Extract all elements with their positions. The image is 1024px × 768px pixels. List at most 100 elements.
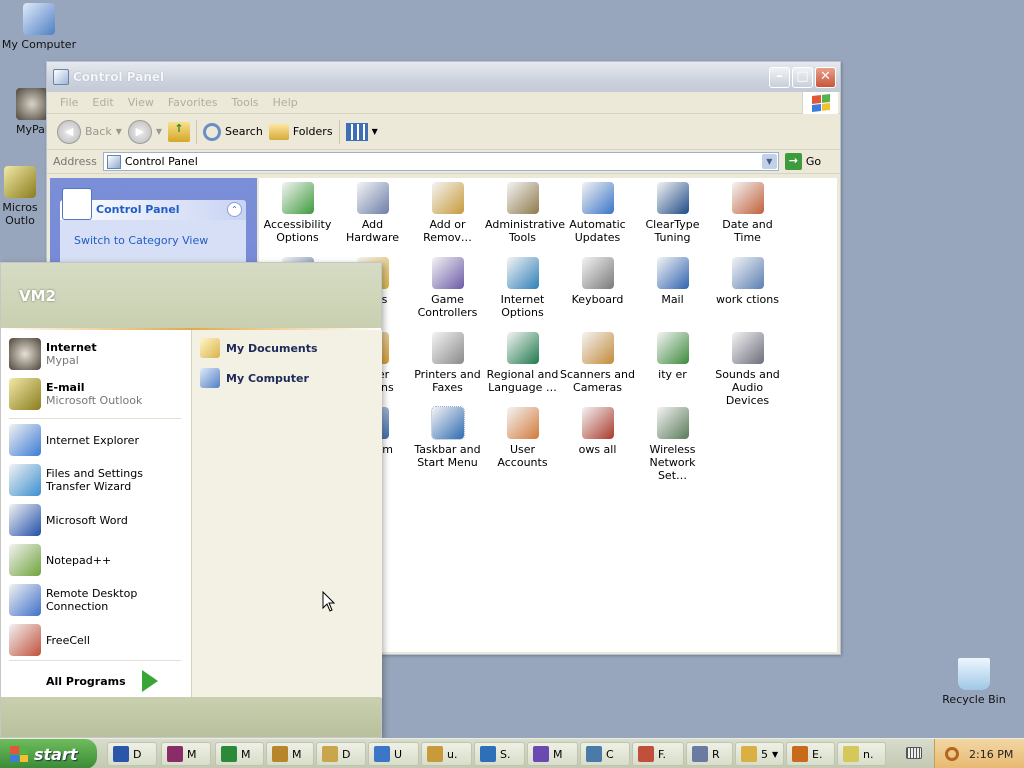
my-documents-link[interactable]: My Documents	[200, 338, 318, 358]
cp-item-user-accounts[interactable]: User Accounts	[485, 407, 560, 469]
taskbar-button-notepad[interactable]: n.	[837, 742, 886, 766]
search-button[interactable]: Search	[203, 122, 263, 141]
maximize-button[interactable]: □	[792, 67, 813, 88]
cp-item-internet-options[interactable]: Internet Options	[485, 257, 560, 319]
cp-item-scanners-cameras[interactable]: Scanners and Cameras	[560, 332, 635, 394]
address-input[interactable]: Control Panel ▼	[102, 152, 779, 171]
desktop-icon-recycle-bin[interactable]: Recycle Bin	[934, 658, 1014, 706]
program-word[interactable]: Microsoft Word	[9, 504, 187, 536]
add-remove-programs-icon	[431, 182, 464, 214]
taskbar-button-gear[interactable]: M	[527, 742, 578, 766]
cp-item-windows-firewall[interactable]: ows all	[560, 407, 635, 456]
clock[interactable]: 2:16 PM	[969, 748, 1013, 761]
all-programs-button[interactable]: All Programs	[46, 670, 158, 692]
ie-icon	[9, 424, 41, 456]
scanners-cameras-icon	[581, 332, 614, 364]
search-icon[interactable]	[945, 747, 959, 761]
forward-button[interactable]: ▶ ▼	[127, 119, 163, 144]
cp-item-game-controllers[interactable]: Game Controllers	[410, 257, 485, 319]
forward-arrow-icon: ▶	[127, 119, 152, 144]
title-bar[interactable]: Control Panel – □ ✕	[47, 62, 840, 92]
keyboard-layout-icon[interactable]	[906, 747, 922, 759]
cp-item-accessibility[interactable]: Accessibility Options	[260, 182, 335, 244]
taskbar-button-word[interactable]: D	[107, 742, 157, 766]
go-button[interactable]: → Go	[784, 153, 821, 170]
cp-item-label: Regional and Language …	[486, 368, 559, 394]
start-menu: VM2 Internet Mypal E-mail Microsoft Outloo…	[0, 262, 382, 738]
cp-item-admin-tools[interactable]: Administrative Tools	[485, 182, 565, 244]
add-hardware-icon	[356, 182, 389, 214]
pinned-internet[interactable]: Internet Mypal	[9, 338, 187, 370]
cp-item-keyboard[interactable]: Keyboard	[560, 257, 635, 306]
cp-item-cleartype[interactable]: ClearType Tuning	[635, 182, 710, 244]
mouse-cursor-icon	[322, 591, 336, 612]
toolbar: ◀ Back ▼ ▶ ▼ ↑ Search Folders ▼	[47, 114, 840, 150]
collapse-chevron-icon[interactable]: ⌃	[227, 202, 242, 217]
close-button[interactable]: ✕	[815, 67, 836, 88]
admin-tools-icon	[506, 182, 539, 214]
cp-item-security-center[interactable]: ity er	[635, 332, 710, 381]
raccoon-icon	[16, 88, 48, 120]
program-remote-desktop[interactable]: Remote Desktop Connection	[9, 584, 187, 616]
desktop-icon-my-computer[interactable]: My Computer	[0, 3, 79, 51]
cp-item-label: Keyboard	[571, 293, 624, 306]
taskbar-button-calculator[interactable]: C	[580, 742, 630, 766]
cp-item-wireless-network[interactable]: Wireless Network Set…	[635, 407, 710, 482]
taskbar-button-folder[interactable]: 5 ▼	[735, 742, 784, 766]
taskbar-button-freecell[interactable]: F.	[632, 742, 684, 766]
menu-edit[interactable]: Edit	[85, 96, 120, 109]
taskbar-button-phone[interactable]: S.	[474, 742, 525, 766]
cp-item-regional-language[interactable]: Regional and Language …	[485, 332, 560, 394]
cp-item-automatic-updates[interactable]: Automatic Updates	[560, 182, 635, 244]
taskbar-button-document[interactable]: D	[316, 742, 366, 766]
taskbar-button-excel[interactable]: M	[215, 742, 264, 766]
taskbar-button-remote[interactable]: R	[686, 742, 733, 766]
cp-item-label: Automatic Updates	[569, 218, 626, 244]
desktop-icon-outlook[interactable]: Micros Outlo	[0, 166, 50, 227]
menu-tools[interactable]: Tools	[225, 96, 266, 109]
cp-item-add-hardware[interactable]: Add Hardware	[335, 182, 410, 244]
menu-favorites[interactable]: Favorites	[161, 96, 225, 109]
cp-item-network-connections[interactable]: work ctions	[710, 257, 785, 306]
switch-to-category-view-link[interactable]: Switch to Category View	[74, 234, 208, 247]
chevron-down-icon: ▼	[155, 127, 163, 136]
menu-help[interactable]: Help	[266, 96, 305, 109]
cp-item-label: User Accounts	[497, 443, 548, 469]
back-button[interactable]: ◀ Back ▼	[57, 119, 122, 144]
menu-view[interactable]: View	[121, 96, 161, 109]
taskbar-button-cup[interactable]: u.	[421, 742, 472, 766]
program-transfer-wizard[interactable]: Files and Settings Transfer Wizard	[9, 464, 187, 496]
program-freecell[interactable]: FreeCell	[9, 624, 187, 656]
my-computer-link[interactable]: My Computer	[200, 368, 309, 388]
up-folder-button[interactable]: ↑	[168, 121, 191, 142]
excel-icon	[221, 746, 237, 762]
cp-item-label: Wireless Network Set…	[649, 443, 696, 482]
up-folder-icon: ↑	[168, 121, 191, 142]
taskbar-button-outlook[interactable]: M	[266, 742, 314, 766]
cp-item-mail[interactable]: Mail	[635, 257, 710, 306]
program-notepadpp[interactable]: Notepad++	[9, 544, 187, 576]
pinned-email[interactable]: E-mail Microsoft Outlook	[9, 378, 187, 410]
cp-item-add-remove-programs[interactable]: Add or Remov…	[410, 182, 485, 244]
folders-button[interactable]: Folders	[268, 123, 333, 140]
minimize-button[interactable]: –	[769, 67, 790, 88]
taskbar-button-mypal[interactable]: M	[161, 742, 211, 766]
calculator-icon	[586, 746, 602, 762]
outlook-icon	[272, 746, 288, 762]
views-button[interactable]: ▼	[345, 122, 378, 141]
remote-desktop-icon	[9, 584, 41, 616]
address-dropdown-button[interactable]: ▼	[761, 154, 777, 169]
taskbar-button-search[interactable]: E.	[786, 742, 835, 766]
taskbar-button-monitor[interactable]: U	[368, 742, 419, 766]
cp-item-sounds[interactable]: Sounds and Audio Devices	[710, 332, 785, 407]
regional-language-icon	[506, 332, 539, 364]
program-ie[interactable]: Internet Explorer	[9, 424, 187, 456]
search-icon	[203, 122, 222, 141]
start-button[interactable]: start	[0, 739, 97, 768]
cp-item-taskbar-start[interactable]: Taskbar and Start Menu	[410, 406, 485, 469]
cp-item-date-time[interactable]: Date and Time	[710, 182, 785, 244]
cp-item-printers-faxes[interactable]: Printers and Faxes	[410, 332, 485, 394]
menu-file[interactable]: File	[53, 96, 85, 109]
word-icon	[9, 504, 41, 536]
address-label: Address	[53, 155, 97, 168]
